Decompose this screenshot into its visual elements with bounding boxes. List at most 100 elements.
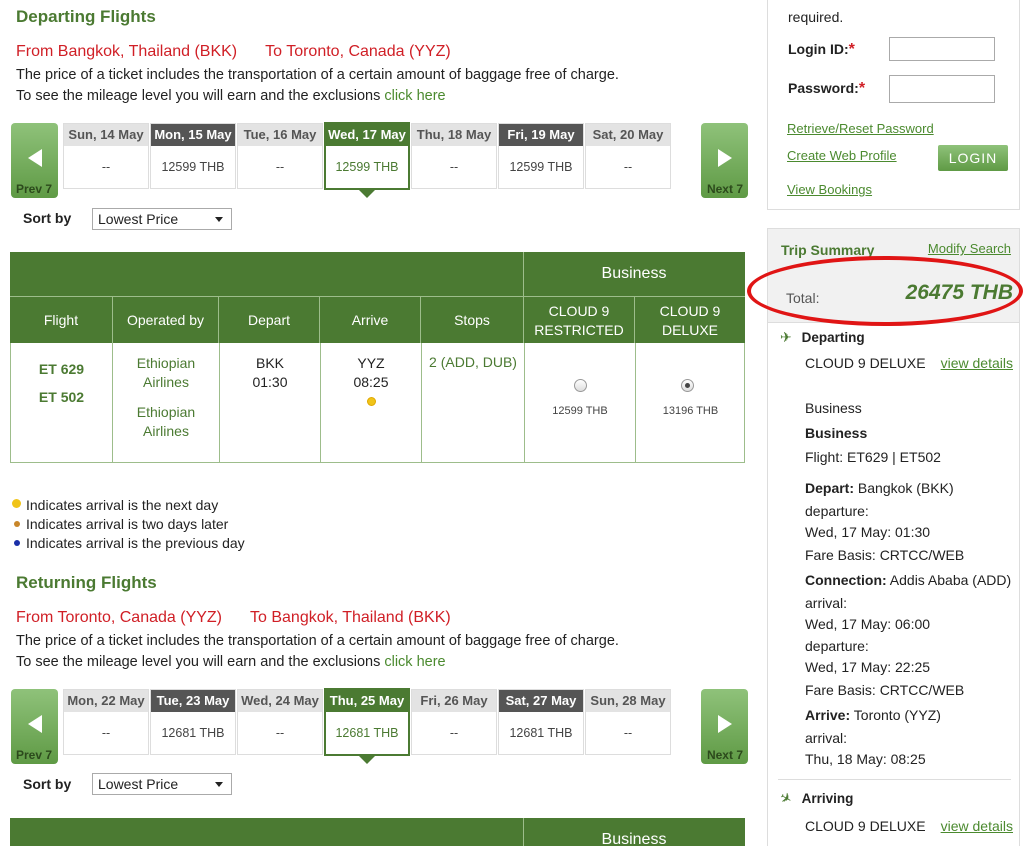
login-id-input[interactable] [889, 37, 995, 61]
col-cloud9-restricted: CLOUD 9 RESTRICTED [523, 297, 634, 344]
date-label: Tue, 16 May [238, 124, 322, 146]
password-input[interactable] [889, 75, 995, 103]
business-cabin-header: Business [523, 252, 744, 296]
required-star: * [858, 80, 866, 97]
login-button[interactable]: LOGIN [938, 145, 1008, 171]
date-tab-sun-28-may[interactable]: Sun, 28 May -- [585, 689, 671, 755]
modify-search-link[interactable]: Modify Search [928, 241, 1011, 256]
col-cloud9-restricted-line2: RESTRICTED [534, 321, 624, 338]
password-label: Password:* [788, 80, 865, 98]
login-id-label-text: Login ID: [788, 41, 849, 57]
date-tab-sat-27-may[interactable]: Sat, 27 May 12681 THB [498, 689, 584, 755]
route-from: From Bangkok, Thailand (BKK) [16, 43, 238, 60]
sort-by-label: Sort by [23, 776, 72, 792]
arrive-info-value: Toronto (YYZ) [853, 706, 941, 723]
date-label: Fri, 19 May [499, 124, 583, 146]
next-7-label: Next 7 [706, 748, 743, 762]
col-cloud9-deluxe: CLOUD 9 DELUXE [634, 297, 745, 344]
date-tab-mon-22-may[interactable]: Mon, 22 May -- [63, 689, 149, 755]
col-arrive: Arrive [319, 297, 420, 344]
mileage-info-line: To see the mileage level you will earn a… [16, 652, 619, 673]
date-tab-fri-26-may[interactable]: Fri, 26 May -- [411, 689, 497, 755]
route-from: From Toronto, Canada (YYZ) [16, 609, 223, 626]
stops-link[interactable]: 2 (ADD, DUB) [429, 354, 517, 370]
fare-radio-restricted[interactable] [574, 379, 587, 392]
cell-operated-by: Ethiopian Airlines Ethiopian Airlines [112, 343, 219, 462]
col-depart: Depart [218, 297, 319, 344]
date-tab-tue-16-may[interactable]: Tue, 16 May -- [237, 123, 323, 189]
arrow-right-icon [717, 149, 732, 167]
selected-indicator [358, 755, 376, 764]
date-tab-mon-15-may[interactable]: Mon, 15 May 12599 THB [150, 123, 236, 189]
table-column-headers: Flight Operated by Depart Arrive Stops C… [10, 296, 745, 344]
date-label: Tue, 23 May [151, 690, 235, 712]
arrive-time: 08:25 [353, 374, 389, 390]
view-bookings-link[interactable]: View Bookings [787, 182, 872, 197]
next-7-button[interactable]: Next 7 [701, 689, 748, 764]
prev-7-button[interactable]: Prev 7 [11, 689, 58, 764]
blue-dot-icon [14, 540, 20, 546]
date-price: 12681 THB [335, 726, 399, 740]
create-web-profile-link[interactable]: Create Web Profile [787, 148, 897, 163]
arrival-value: Wed, 17 May: 06:00 [805, 616, 931, 632]
date-label: Thu, 18 May [412, 124, 496, 146]
table-cabin-header-row: Business [10, 252, 745, 296]
fare-basis: Fare Basis: CRTCC/WEB [805, 547, 965, 563]
mileage-click-here-link[interactable]: click here [384, 654, 445, 670]
cell-flight: ET 629 ET 502 [11, 343, 112, 462]
cell-arrive: YYZ 08:25 [320, 343, 421, 462]
departure-value: Wed, 17 May: 22:25 [805, 659, 931, 675]
sort-by-select[interactable]: Lowest Price [92, 208, 232, 230]
departing-details: Business Business Flight: ET629 | ET502 … [805, 396, 1015, 770]
date-tab-wed-17-may-selected[interactable]: Wed, 17 May 12599 THB [324, 122, 410, 198]
baggage-info-line: The price of a ticket includes the trans… [16, 633, 619, 649]
prev-7-button[interactable]: Prev 7 [11, 123, 58, 198]
date-tab-fri-19-may[interactable]: Fri, 19 May 12599 THB [498, 123, 584, 189]
returning-route: From Toronto, Canada (YYZ) To Bangkok, Th… [16, 609, 451, 627]
sort-by-select[interactable]: Lowest Price [92, 773, 232, 795]
view-details-link[interactable]: view details [941, 818, 1013, 834]
date-tab-sun-14-may[interactable]: Sun, 14 May -- [63, 123, 149, 189]
arriving-heading: ✈ Arriving [777, 788, 853, 808]
depart-info-value: Bangkok (BKK) [857, 479, 954, 496]
flight-number: ET 502 [38, 389, 85, 405]
login-id-label: Login ID:* [788, 41, 855, 59]
legend-two-days: Indicates arrival is two days later [12, 515, 245, 534]
plane-arriving-icon: ✈ [777, 788, 796, 808]
connection-info: Connection: Addis Ababa (ADD) [805, 568, 1015, 593]
mileage-info-line: To see the mileage level you will earn a… [16, 86, 619, 107]
date-price: -- [101, 726, 111, 740]
table-row: ET 629 ET 502 Ethiopian Airlines Ethiopia… [10, 343, 745, 463]
arrive-info: Arrive: Toronto (YYZ) [805, 703, 1015, 728]
departure-value: Wed, 17 May: 01:30 [805, 524, 931, 540]
operator-name-line2: Airlines [143, 423, 189, 439]
next-day-indicator-icon [366, 397, 376, 406]
returning-title: Returning Flights [16, 573, 157, 592]
date-tab-tue-23-may[interactable]: Tue, 23 May 12681 THB [150, 689, 236, 755]
mileage-click-here-link[interactable]: click here [384, 88, 445, 104]
arrival-label: arrival: [805, 595, 848, 611]
view-details-link[interactable]: view details [941, 355, 1013, 371]
date-price: -- [623, 726, 633, 740]
fare-radio-deluxe-selected[interactable] [681, 379, 694, 392]
divider [778, 779, 1011, 780]
date-tab-sat-20-may[interactable]: Sat, 20 May -- [585, 123, 671, 189]
date-label: Thu, 25 May [326, 690, 408, 712]
next-7-button[interactable]: Next 7 [701, 123, 748, 198]
reset-password-link[interactable]: Retrieve/Reset Password [787, 121, 934, 136]
baggage-info: The price of a ticket includes the trans… [16, 65, 619, 107]
login-panel: required. Login ID:* Password:* Retrieve… [767, 0, 1020, 210]
cell-stops: 2 (ADD, DUB) [421, 343, 524, 462]
departing-fare-name: CLOUD 9 DELUXE [805, 355, 926, 371]
sort-by-value: Lowest Price [98, 776, 179, 792]
date-tab-thu-18-may[interactable]: Thu, 18 May -- [411, 123, 497, 189]
sort-by-label: Sort by [23, 210, 72, 226]
date-tab-thu-25-may-selected[interactable]: Thu, 25 May 12681 THB [324, 688, 410, 764]
legend-prev-day-text: Indicates arrival is the previous day [26, 535, 245, 551]
col-stops: Stops [420, 297, 523, 344]
date-tab-wed-24-may[interactable]: Wed, 24 May -- [237, 689, 323, 755]
arrive-info-label: Arrive: [805, 706, 851, 723]
col-cloud9-deluxe-line1: CLOUD 9 [659, 302, 721, 319]
selected-indicator [358, 189, 376, 198]
date-label: Mon, 15 May [151, 124, 235, 146]
